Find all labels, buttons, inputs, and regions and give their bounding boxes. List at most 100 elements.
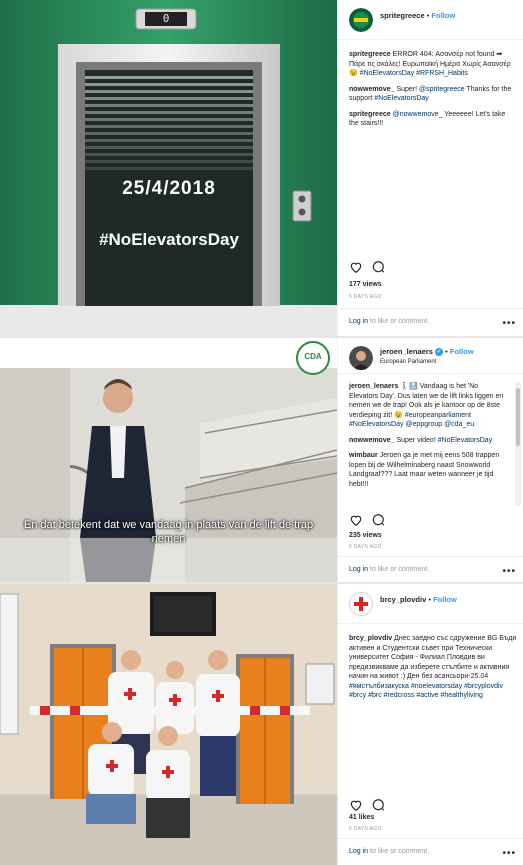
date-overlay: 25/4/2018 — [122, 178, 216, 199]
hashtag-overlay: #NoElevatorsDay — [99, 230, 239, 249]
video-subtitle: En dat betekent dat we vandaag in plaats… — [23, 519, 314, 545]
comment-username[interactable]: jeroen_lenaers — [349, 383, 398, 390]
floor-display: 0 — [162, 12, 170, 25]
post-side-panel: jeroen_lenaers ✓ • Follow European Parli… — [337, 338, 523, 582]
login-link[interactable]: Log in — [349, 318, 368, 325]
action-bar — [349, 798, 517, 814]
post-jeroen-lenaers: CDA En dat betekent dat we vandaag in pl… — [0, 338, 523, 582]
username-line: spritegreece • Follow — [380, 11, 455, 20]
login-prompt-text: to like or comment. — [370, 318, 430, 325]
hashtag-link[interactable]: #redcross — [384, 692, 415, 699]
comments-scrollbar[interactable] — [515, 382, 521, 506]
login-link[interactable]: Log in — [349, 566, 368, 573]
more-options-icon[interactable]: ••• — [502, 848, 516, 859]
comment-item: spritegreece @nowwemove_ Yeeeeee! Let's … — [349, 110, 517, 129]
scrollbar-thumb[interactable] — [516, 388, 520, 446]
comment-text: Super! — [396, 85, 418, 93]
avatar[interactable] — [349, 8, 373, 32]
comment-icon[interactable] — [371, 513, 385, 527]
door-slat — [85, 160, 253, 163]
follow-button[interactable]: Follow — [431, 11, 455, 20]
login-prompt: Log in to like or comment. ••• — [338, 308, 523, 336]
door-slat — [85, 90, 253, 93]
cda-logo: CDA — [304, 352, 322, 361]
view-count[interactable]: 177 views — [349, 281, 382, 288]
comment-username[interactable]: nowwemove_ — [349, 437, 395, 444]
verified-badge-icon: ✓ — [435, 348, 444, 357]
username[interactable]: jeroen_lenaers — [380, 347, 433, 356]
heart-icon[interactable] — [349, 513, 363, 527]
mention-link[interactable]: @eppgroup — [405, 421, 442, 428]
comment-item: spritegreece ERROR 404: Ασανσέρ not foun… — [349, 50, 517, 79]
post-video-stairs[interactable]: CDA En dat betekent dat we vandaag in pl… — [0, 338, 337, 582]
profile-photo-icon — [349, 346, 373, 370]
door-slat — [85, 104, 253, 107]
like-count[interactable]: 41 likes — [349, 814, 374, 821]
mention-link[interactable]: @spritegreece — [419, 86, 465, 93]
comment-icon[interactable] — [371, 260, 385, 274]
hashtag-link[interactable]: #NoElevatorsDay — [349, 421, 403, 428]
login-link[interactable]: Log in — [349, 848, 368, 855]
comment-username[interactable]: brcy_plovdiv — [349, 635, 392, 642]
avatar[interactable] — [349, 346, 373, 370]
post-header: brcy_plovdiv • Follow — [338, 584, 523, 624]
comment-item: nowwemove_ Super video! #NoElevatorsDay — [349, 436, 509, 446]
comment-username[interactable]: nowwemove_ — [349, 86, 395, 93]
post-side-panel: spritegreece • Follow spritegreece ERROR… — [337, 0, 523, 336]
hashtag-link[interactable]: #ямстълбизакуска — [349, 683, 409, 690]
comment-username[interactable]: spritegreece — [349, 51, 391, 58]
hashtag-link[interactable]: #brc — [368, 692, 382, 699]
hashtag-link[interactable]: #healthyliving — [440, 692, 482, 699]
heart-icon[interactable] — [349, 798, 363, 812]
hashtag-link[interactable]: #active — [416, 692, 438, 699]
mention-link[interactable]: @nowwemove_ — [393, 111, 443, 118]
comments-list: spritegreece ERROR 404: Ασανσέρ not foun… — [349, 50, 517, 200]
door-slat — [85, 118, 253, 121]
comment-item: brcy_plovdiv Днес заедно със сдружение B… — [349, 634, 517, 701]
door-slat — [85, 111, 253, 114]
comments-list: brcy_plovdiv Днес заедно със сдружение B… — [349, 634, 517, 794]
view-count[interactable]: 235 views — [349, 532, 382, 539]
post-brcy-plovdiv: brcy_plovdiv • Follow brcy_plovdiv Днес … — [0, 584, 523, 865]
hashtag-link[interactable]: #noelevatorsday — [411, 683, 462, 690]
heart-icon[interactable] — [349, 260, 363, 274]
action-bar — [349, 260, 517, 276]
comment-item: nowwemove_ Super! @spritegreece Thanks f… — [349, 85, 517, 104]
post-spritegreece: 0 25/4/2018 #NoElevatorsDay spritegreece… — [0, 0, 523, 336]
door-slat — [85, 167, 253, 170]
follow-button[interactable]: Follow — [433, 595, 457, 604]
hashtag-link[interactable]: #NoElevatorsDay — [360, 70, 414, 77]
hashtag-link[interactable]: #brcyplovdiv — [464, 683, 503, 690]
username-line: jeroen_lenaers ✓ • Follow — [380, 347, 474, 357]
follow-button[interactable]: Follow — [450, 347, 474, 356]
sprite-logo-icon — [349, 8, 373, 32]
comment-item: jeroen_lenaers 🚶‍♂️🔝 Vandaag is het 'No … — [349, 382, 509, 430]
elevator-illustration — [0, 0, 337, 336]
hashtag-link[interactable]: #RFRSH_Habits — [416, 70, 468, 77]
hashtag-link[interactable]: #NoElevatorsDay — [374, 95, 428, 102]
post-header: spritegreece • Follow — [338, 0, 523, 40]
comment-username[interactable]: wimbaur — [349, 452, 378, 459]
action-bar — [349, 513, 517, 529]
hashtag-link[interactable]: #NoElevatorsDay — [438, 437, 492, 444]
more-options-icon[interactable]: ••• — [502, 566, 516, 577]
hashtag-link[interactable]: #europeanparliament — [405, 412, 471, 419]
timestamp: 6 DAYS AGO — [349, 294, 382, 300]
username[interactable]: spritegreece — [380, 11, 425, 20]
comment-username[interactable]: spritegreece — [349, 111, 391, 118]
post-image-elevator[interactable]: 0 25/4/2018 #NoElevatorsDay — [0, 0, 337, 336]
red-cross-logo-icon — [349, 592, 373, 616]
avatar[interactable] — [349, 592, 373, 616]
more-options-icon[interactable]: ••• — [502, 318, 516, 329]
group-photo — [0, 584, 337, 865]
login-prompt-text: to like or comment. — [370, 848, 430, 855]
post-image-group[interactable] — [0, 584, 337, 865]
hashtag-link[interactable]: #brcy — [349, 692, 366, 699]
door-slat — [85, 97, 253, 100]
location-label[interactable]: European Parliament — [380, 359, 436, 365]
door-slat — [85, 83, 253, 86]
comment-icon[interactable] — [371, 798, 385, 812]
login-prompt: Log in to like or comment. ••• — [338, 556, 523, 582]
username[interactable]: brcy_plovdiv — [380, 595, 426, 604]
mention-link[interactable]: @cda_eu — [444, 421, 474, 428]
